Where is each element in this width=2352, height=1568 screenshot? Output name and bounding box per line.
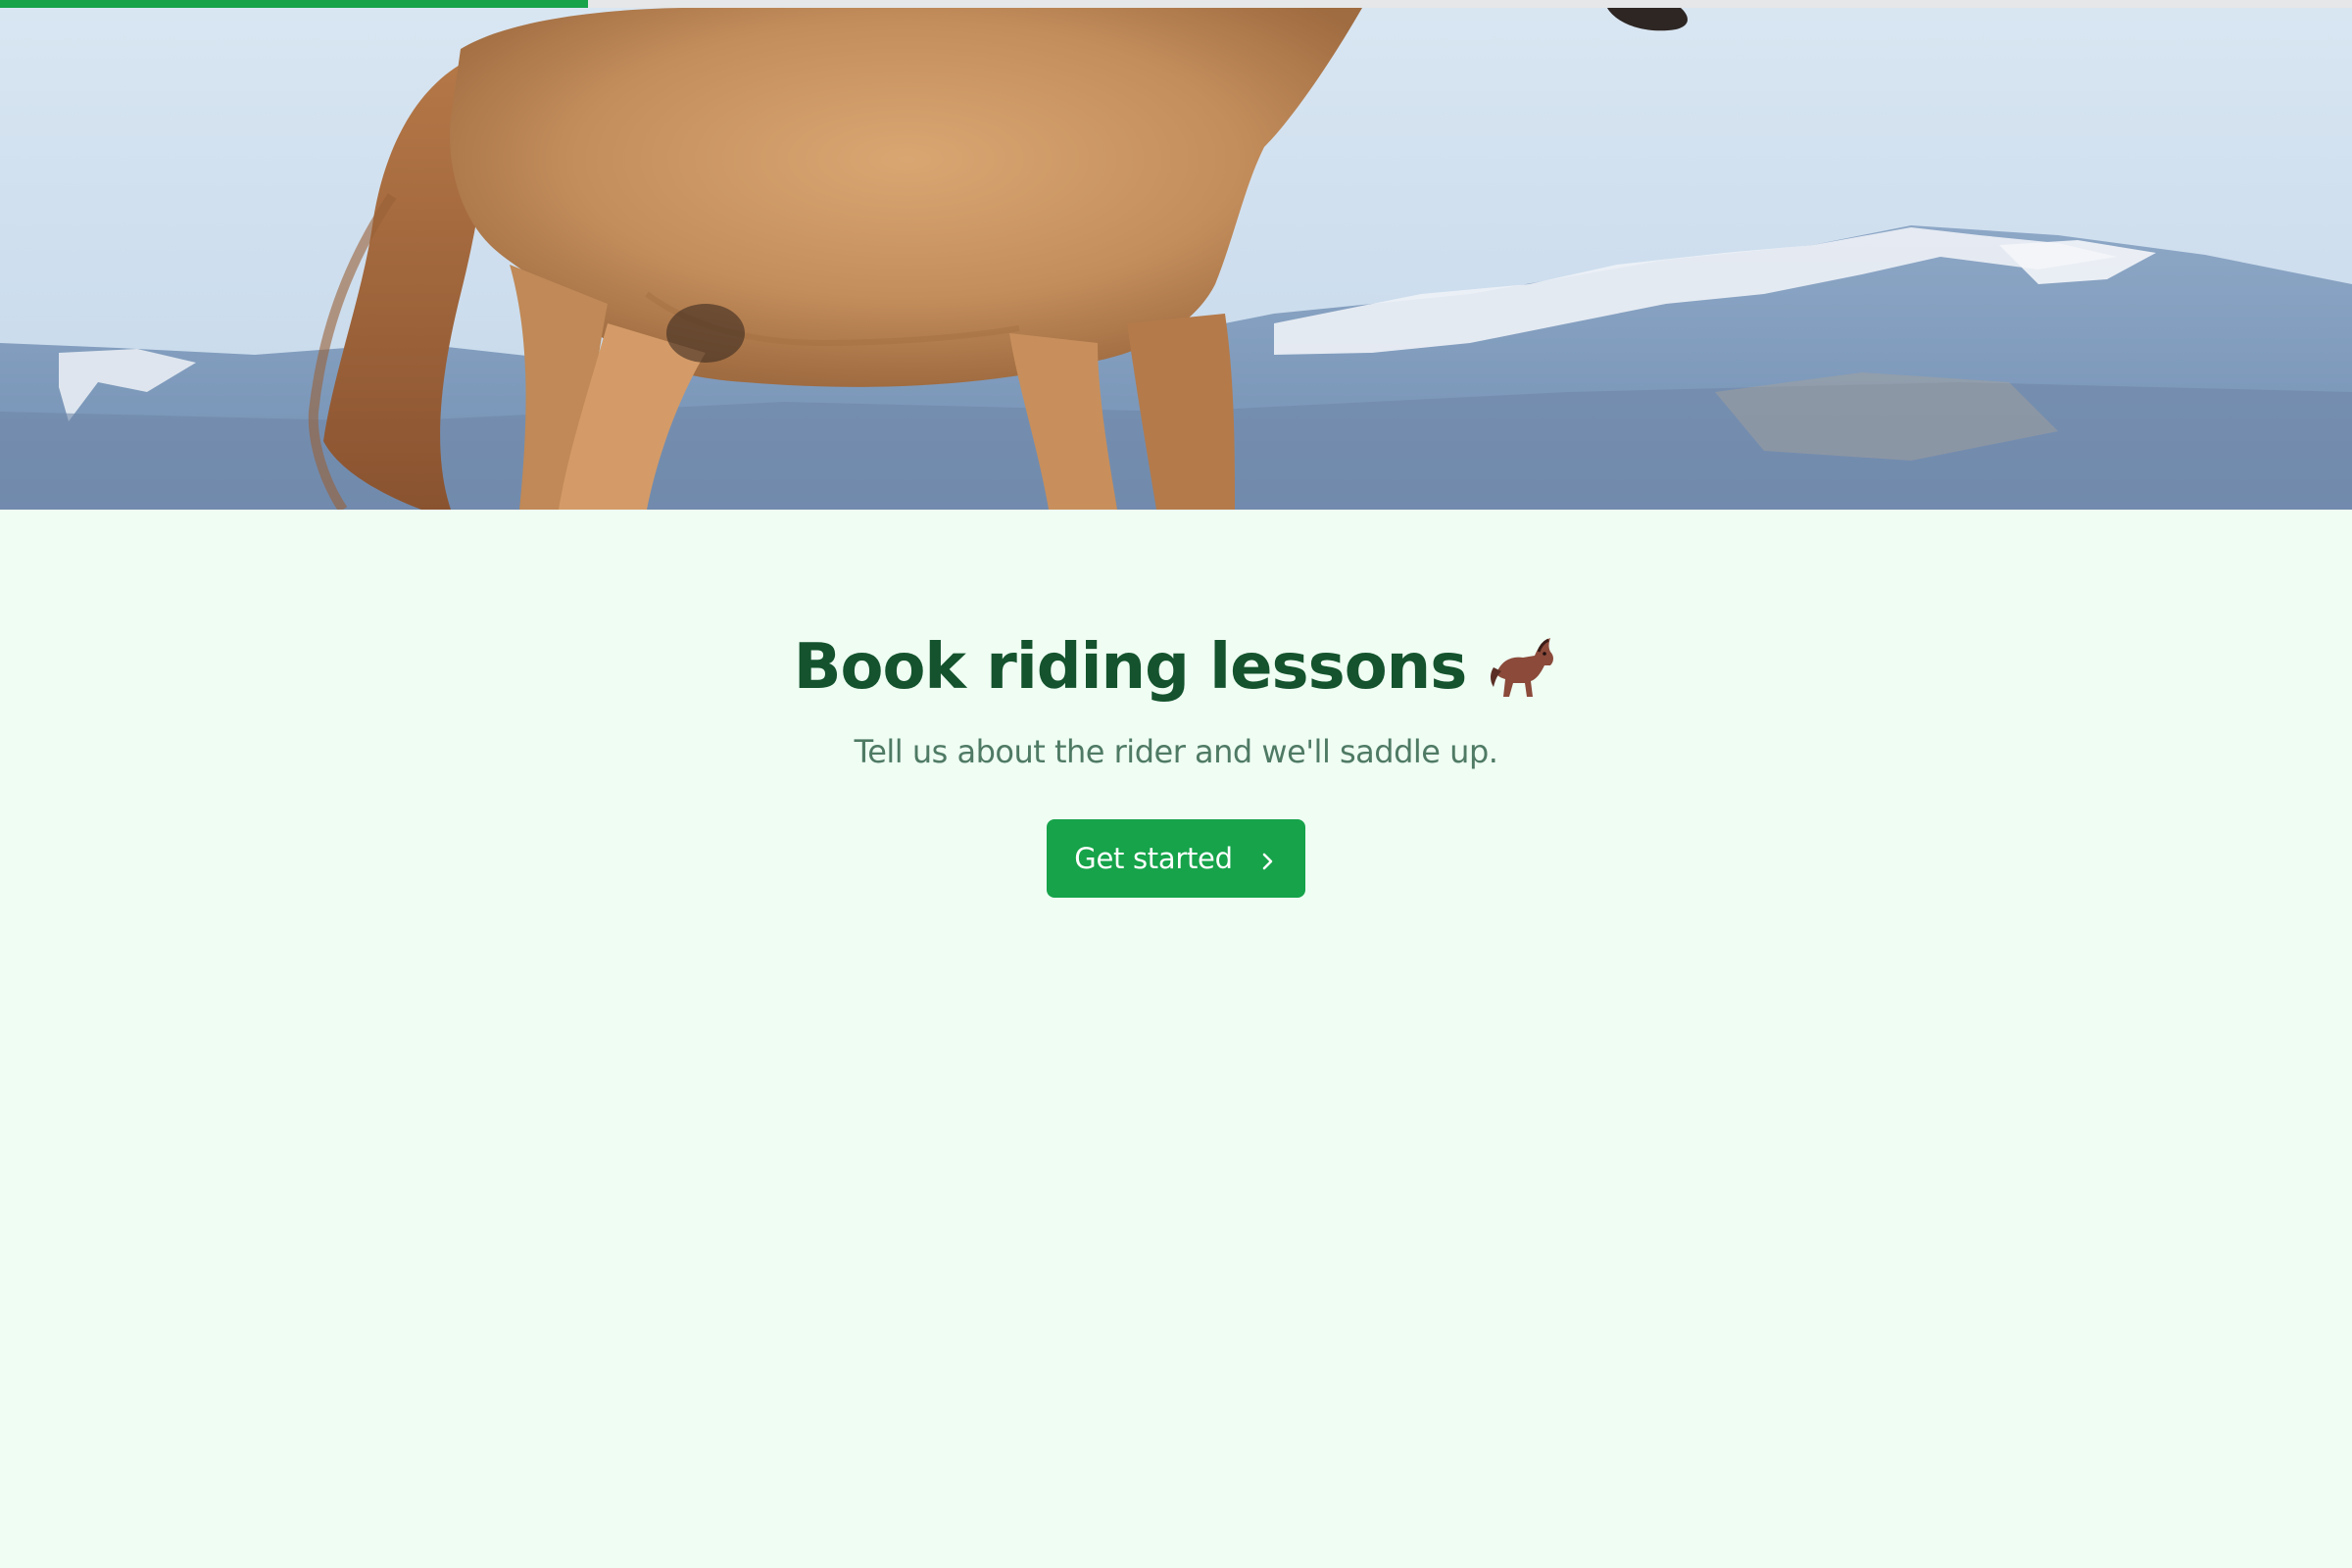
progress-bar bbox=[0, 0, 2352, 8]
page: Book riding lessons Tell us about the ri… bbox=[0, 0, 2352, 1568]
page-subtitle: Tell us about the rider and we'll saddle… bbox=[854, 733, 1498, 770]
chevron-right-icon bbox=[1258, 847, 1278, 870]
get-started-button[interactable]: Get started bbox=[1047, 819, 1305, 898]
horse-racing-icon bbox=[1488, 632, 1558, 703]
main-content: Book riding lessons Tell us about the ri… bbox=[0, 510, 2352, 898]
progress-bar-fill bbox=[0, 0, 588, 8]
hero-image bbox=[0, 0, 2352, 510]
page-title: Book riding lessons bbox=[793, 631, 1468, 704]
title-row: Book riding lessons bbox=[0, 631, 2352, 704]
get-started-label: Get started bbox=[1074, 842, 1233, 875]
